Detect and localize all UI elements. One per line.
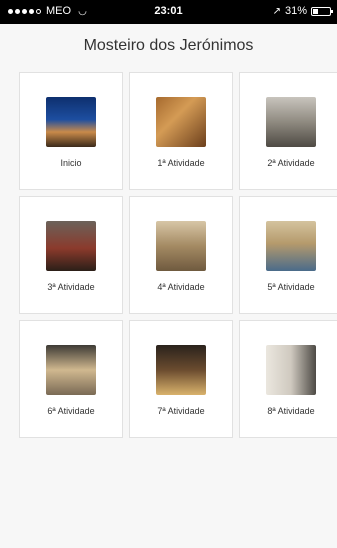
- corridor-photo-thumbnail: [266, 221, 316, 271]
- nav-header: Mosteiro dos Jerónimos: [0, 24, 337, 68]
- tomb-photo-thumbnail: [46, 345, 96, 395]
- activity-grid: Inicio 1ª Atividade 2ª Atividade 3ª Ativ…: [19, 72, 337, 438]
- nave-photo-thumbnail: [156, 221, 206, 271]
- location-arrow-icon: ↗: [272, 5, 281, 17]
- tile-atividade-4[interactable]: 4ª Atividade: [129, 196, 233, 314]
- hall-photo-thumbnail: [156, 345, 206, 395]
- tile-label: 2ª Atividade: [267, 158, 315, 168]
- tile-label: 8ª Atividade: [267, 406, 315, 416]
- monastery-photo-thumbnail: [46, 97, 96, 147]
- tile-label: 7ª Atividade: [157, 406, 205, 416]
- cloister-photo-thumbnail: [156, 97, 206, 147]
- status-bar: MEO ◡ 23:01 ↗ 31%: [0, 0, 337, 24]
- battery-icon: [311, 6, 333, 16]
- page-title: Mosteiro dos Jerónimos: [83, 37, 254, 54]
- tile-atividade-3[interactable]: 3ª Atividade: [19, 196, 123, 314]
- tile-atividade-8[interactable]: 8ª Atividade: [239, 320, 337, 438]
- room-photo-thumbnail: [266, 345, 316, 395]
- portal-photo-thumbnail: [266, 97, 316, 147]
- tile-label: 6ª Atividade: [47, 406, 95, 416]
- tile-label: 4ª Atividade: [157, 282, 205, 292]
- tile-atividade-6[interactable]: 6ª Atividade: [19, 320, 123, 438]
- tile-atividade-1[interactable]: 1ª Atividade: [129, 72, 233, 190]
- tile-atividade-7[interactable]: 7ª Atividade: [129, 320, 233, 438]
- tile-label: Inicio: [60, 158, 82, 168]
- tile-label: 3ª Atividade: [47, 282, 95, 292]
- tile-label: 1ª Atividade: [157, 158, 205, 168]
- status-right: ↗ 31%: [272, 5, 333, 17]
- tile-atividade-2[interactable]: 2ª Atividade: [239, 72, 337, 190]
- app-screen: MEO ◡ 23:01 ↗ 31% Mosteiro dos Jerónimos…: [0, 0, 337, 548]
- tile-inicio[interactable]: Inicio: [19, 72, 123, 190]
- battery-percent: 31%: [284, 5, 307, 17]
- tile-atividade-5[interactable]: 5ª Atividade: [239, 196, 337, 314]
- doorway-photo-thumbnail: [46, 221, 96, 271]
- tile-label: 5ª Atividade: [267, 282, 315, 292]
